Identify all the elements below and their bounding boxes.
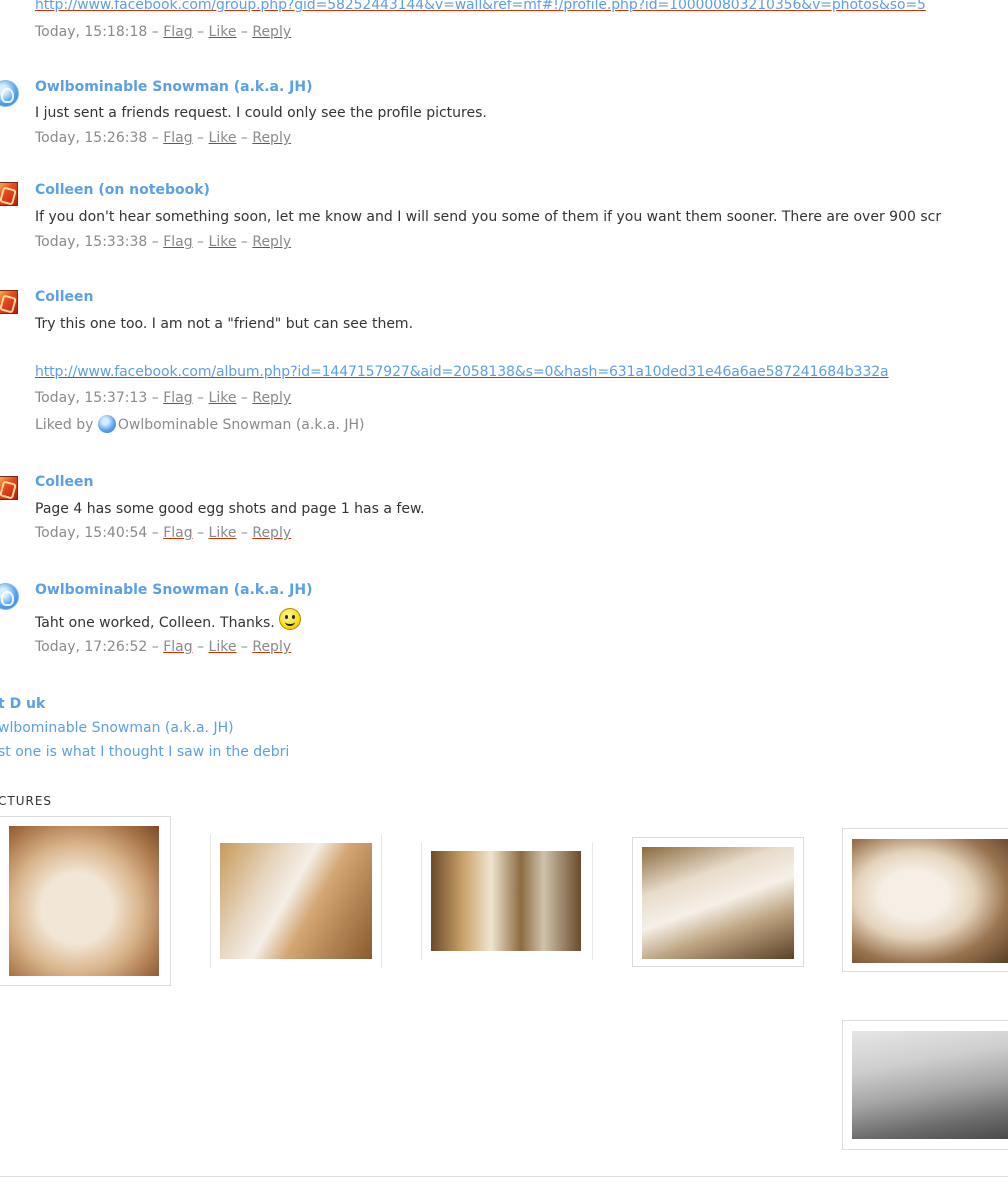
owlet-photo [9,826,159,976]
comment-timestamp: Today, 17:26:52 [35,639,148,655]
comment-author[interactable]: Colleen (on notebook) [35,182,210,198]
comment-meta: Today, 15:26:38 – Flag – Like – Reply [35,130,292,146]
comment-meta: Today, 15:33:38 – Flag – Like – Reply [35,234,292,250]
reply-link[interactable]: Reply [252,24,291,40]
reply-link[interactable]: Reply [252,234,291,250]
like-link[interactable]: Like [209,130,237,146]
post-author[interactable]: wlbominable Snowman (a.k.a. JH) [0,720,234,736]
comment-meta: Today, 15:37:13 – Flag – Like – Reply [35,390,292,406]
comment-text: Taht one worked, Colleen. Thanks. [35,608,302,631]
comment-meta: Today, 17:26:52 – Flag – Like – Reply [35,639,292,655]
comment-timestamp: Today, 15:33:38 [35,234,148,250]
owlet-photo [431,851,581,951]
liked-by-name[interactable]: Owlbominable Snowman (a.k.a. JH) [118,417,365,433]
comment-text: Page 4 has some good egg shots and page … [35,501,425,517]
like-link[interactable]: Like [209,525,237,541]
owl-avatar-icon[interactable] [0,583,19,610]
picture-thumbnail[interactable] [842,828,1008,972]
comment-timestamp: Today, 15:40:54 [35,525,148,541]
comment-meta: Today, 15:40:54 – Flag – Like – Reply [35,525,292,541]
comment-timestamp: Today, 15:18:18 [35,24,148,40]
comment-author[interactable]: Owlbominable Snowman (a.k.a. JH) [35,582,313,598]
like-link[interactable]: Like [209,234,237,250]
reply-link[interactable]: Reply [252,130,291,146]
reply-link[interactable]: Reply [252,525,291,541]
like-link[interactable]: Like [209,24,237,40]
colleen-avatar-icon[interactable] [0,290,18,314]
reply-link[interactable]: Reply [252,390,291,406]
flag-link[interactable]: Flag [163,24,192,40]
comment-timestamp: Today, 15:37:13 [35,390,148,406]
comment-text: If you don't hear something soon, let me… [35,209,942,225]
comment-timestamp: Today, 15:26:38 [35,130,148,146]
flag-link[interactable]: Flag [163,525,192,541]
colleen-avatar-icon[interactable] [0,182,18,206]
post-title[interactable]: t D uk [0,696,45,712]
smiley-icon [279,608,302,630]
post-summary[interactable]: st one is what I thought I saw in the de… [0,744,289,760]
like-link[interactable]: Like [209,390,237,406]
owlet-photo [220,843,372,959]
reply-link[interactable]: Reply [252,639,291,655]
comment-text: I just sent a friends request. I could o… [35,105,487,121]
owlet-photo [852,1031,1008,1139]
pictures-heading: CTURES [0,794,53,808]
liked-by: Liked by Owlbominable Snowman (a.k.a. JH… [35,415,364,433]
colleen-avatar-icon[interactable] [0,476,18,500]
picture-thumbnail[interactable] [421,842,593,960]
comment-text: Try this one too. I am not a "friend" bu… [35,316,414,332]
comment-meta: Today, 15:18:18 – Flag – Like – Reply [35,24,292,40]
comment-author[interactable]: Colleen [35,289,93,305]
picture-thumbnail[interactable] [842,1020,1008,1150]
picture-thumbnail[interactable] [0,816,171,986]
flag-link[interactable]: Flag [163,390,192,406]
flag-link[interactable]: Flag [163,639,192,655]
section-divider [0,1176,1008,1177]
owl-avatar-icon[interactable] [0,80,19,107]
flag-link[interactable]: Flag [163,234,192,250]
picture-thumbnail[interactable] [210,834,382,968]
flag-link[interactable]: Flag [163,130,192,146]
liked-by-label: Liked by [35,417,94,433]
owlet-photo [852,839,1008,963]
comment-author[interactable]: Colleen [35,474,93,490]
owlet-photo [642,847,794,959]
comment-text-content: Taht one worked, Colleen. Thanks. [35,615,275,631]
comment-link[interactable]: http://www.facebook.com/album.php?id=144… [35,364,889,380]
owl-avatar-icon [97,415,116,433]
comment-link[interactable]: http://www.facebook.com/group.php?gid=58… [35,0,926,13]
like-link[interactable]: Like [209,639,237,655]
comment-author[interactable]: Owlbominable Snowman (a.k.a. JH) [35,79,313,95]
picture-thumbnail[interactable] [632,837,804,967]
